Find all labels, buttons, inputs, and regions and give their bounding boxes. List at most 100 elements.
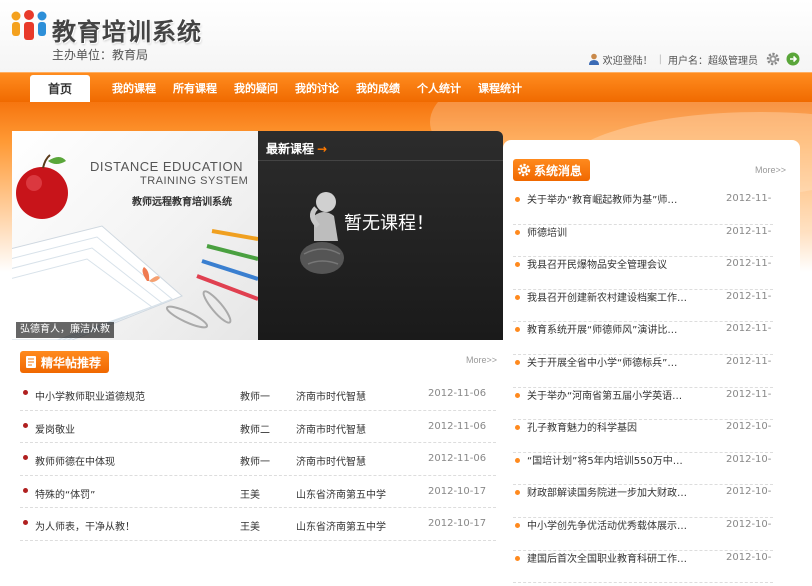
message-title-link[interactable]: 我县召开创建新农村建设档案工作…: [527, 291, 723, 317]
post-author: 王美: [240, 522, 260, 533]
arrow-right-icon: →: [317, 142, 328, 156]
message-title-link[interactable]: 财政部解读国务院进一步加大财政…: [527, 486, 723, 512]
message-title-link[interactable]: 孔子教育魅力的科学基因: [527, 421, 723, 447]
message-date: 2012-11-06: [726, 193, 772, 204]
message-date: 2012-10-17: [726, 551, 772, 563]
banner-heading-cn: 教师远程教育培训系统: [132, 197, 232, 208]
table-row: 教师师德在中体现 教师一 济南市时代智慧 2012-11-06: [20, 443, 496, 476]
featured-more-link[interactable]: More>>: [466, 355, 497, 365]
message-date: 2012-11-06: [726, 323, 772, 335]
message-title-link[interactable]: 建国后首次全国职业教育科研工作…: [527, 552, 723, 578]
system-messages-header: 系统消息: [513, 159, 591, 181]
post-title-link[interactable]: 特殊的“体罚”: [35, 486, 95, 501]
table-row: 中小学教师职业道德规范 教师一 济南市时代智慧 2012-11-06: [20, 378, 496, 411]
banner-heading-en-2: TRAINING SYSTEM: [140, 175, 249, 187]
latest-courses-title[interactable]: 最新课程 →: [266, 140, 327, 157]
username-label: 用户名：: [668, 55, 708, 67]
message-title-link[interactable]: 师德培训: [527, 226, 723, 252]
username: 超级管理员: [708, 55, 758, 67]
post-author: 教师一: [240, 392, 270, 403]
list-item: 教育系统开展“师德师风”演讲比… 2012-11-06: [513, 322, 773, 355]
list-item: 关于开展全省中小学“师德标兵”… 2012-11-06: [513, 355, 773, 388]
list-item: “国培计划”将5年内培训550万中… 2012-10-17: [513, 453, 773, 486]
system-messages-panel: 系统消息 More>> 关于举办“教育崛起教师为基”师… 2012-11-06 …: [503, 140, 800, 586]
bullet: [515, 294, 520, 300]
nav-item-personal-stats[interactable]: 个人统计: [417, 80, 461, 96]
nav-item-course-stats[interactable]: 课程统计: [478, 80, 522, 96]
list-item: 建国后首次全国职业教育科研工作… 2012-10-17: [513, 551, 773, 584]
banner-heading-en-1: DISTANCE EDUCATION: [90, 159, 243, 174]
bullet: [515, 555, 520, 561]
message-date: 2012-10-17: [726, 421, 772, 433]
nav-item-all-courses[interactable]: 所有课程: [173, 80, 217, 96]
message-date: 2012-11-06: [726, 290, 772, 302]
featured-post-list: 中小学教师职业道德规范 教师一 济南市时代智慧 2012-11-06 爱岗敬业 …: [20, 378, 496, 541]
post-school: 山东省济南第五中学: [296, 489, 386, 501]
gear-icon: [517, 163, 531, 177]
divider: [258, 160, 503, 161]
bullet: [515, 359, 520, 365]
message-date: 2012-10-17: [726, 518, 772, 530]
list-item: 中小学创先争优活动优秀载体展示… 2012-10-17: [513, 518, 773, 551]
featured-posts-header: 精华帖推荐: [20, 351, 110, 373]
user-icon: [588, 53, 599, 65]
message-date: 2012-10-17: [726, 486, 772, 498]
list-item: 财政部解读国务院进一步加大财政… 2012-10-17: [513, 485, 773, 518]
nav-item-my-grades[interactable]: 我的成绩: [356, 80, 400, 96]
bullet: [515, 229, 520, 235]
list-item: 关于举办“教育崛起教师为基”师… 2012-11-06: [513, 192, 773, 225]
post-date: 2012-10-17: [428, 485, 487, 497]
post-title-link[interactable]: 教师师德在中体现: [35, 453, 115, 468]
welcome-text: 欢迎登陆！: [602, 55, 653, 67]
post-title-link[interactable]: 为人师表，干净从教！: [35, 518, 135, 533]
post-date: 2012-11-06: [428, 420, 487, 432]
bullet: [23, 422, 28, 428]
bullet: [515, 197, 520, 202]
post-school: 山东省济南第五中学: [296, 522, 386, 533]
message-date: 2012-11-06: [726, 225, 772, 237]
message-date: 2012-11-06: [726, 258, 772, 270]
bullet: [515, 392, 520, 398]
list-item: 我县召开民爆物品安全管理会议 2012-11-06: [513, 257, 773, 290]
bullet: [23, 487, 28, 493]
nav-item-my-courses[interactable]: 我的课程: [112, 80, 156, 96]
message-title-link[interactable]: 教育系统开展“师德师风”演讲比…: [527, 323, 723, 349]
system-message-list: 关于举办“教育崛起教师为基”师… 2012-11-06 师德培训 2012-11…: [513, 192, 773, 584]
user-bar: 欢迎登陆！ | 用户名： 超级管理员: [588, 50, 800, 68]
nav-item-my-questions[interactable]: 我的疑问: [234, 80, 278, 96]
logout-icon[interactable]: [786, 52, 800, 66]
site-title: 教育培训系统: [52, 18, 202, 46]
gear-icon[interactable]: [766, 52, 780, 66]
bullet: [515, 490, 520, 496]
post-author: 教师一: [240, 457, 270, 468]
featured-posts-panel: 精华帖推荐 More>> 中小学教师职业道德规范 教师一 济南市时代智慧 201…: [12, 340, 503, 586]
list-item: 师德培训 2012-11-06: [513, 225, 773, 258]
bullet: [515, 457, 520, 463]
message-title-link[interactable]: “国培计划”将5年内培训550万中…: [527, 454, 723, 480]
post-title-link[interactable]: 中小学教师职业道德规范: [35, 388, 145, 403]
bullet: [515, 327, 520, 333]
system-messages-more-link[interactable]: More>>: [755, 165, 786, 175]
message-title-link[interactable]: 关于开展全省中小学“师德标兵”…: [527, 356, 723, 382]
list-item: 关于举办“河南省第五届小学英语… 2012-11-06: [513, 388, 773, 421]
nav-item-my-discussions[interactable]: 我的讨论: [295, 80, 339, 96]
separator: |: [658, 53, 662, 65]
bullet: [515, 262, 520, 268]
latest-courses-empty-text: 暂无课程！: [344, 213, 434, 234]
system-messages-title: 系统消息: [534, 163, 583, 178]
latest-courses-title-text: 最新课程: [266, 142, 315, 156]
message-title-link[interactable]: 关于举办“河南省第五届小学英语…: [527, 389, 723, 415]
list-item: 孔子教育魅力的科学基因 2012-10-17: [513, 420, 773, 453]
list-item: 我县召开创建新农村建设档案工作… 2012-11-06: [513, 290, 773, 323]
message-title-link[interactable]: 我县召开民爆物品安全管理会议: [527, 258, 723, 284]
post-title-link[interactable]: 爱岗敬业: [35, 421, 75, 436]
table-row: 为人师表，干净从教！ 王美 山东省济南第五中学 2012-10-17: [20, 508, 496, 541]
message-title-link[interactable]: 关于举办“教育崛起教师为基”师…: [527, 193, 723, 219]
message-date: 2012-10-17: [726, 453, 772, 465]
banner[interactable]: DISTANCE EDUCATION TRAINING SYSTEM 教师远程教…: [12, 131, 258, 340]
message-title-link[interactable]: 中小学创先争优活动优秀载体展示…: [527, 519, 723, 545]
document-icon: [26, 356, 36, 368]
bullet: [515, 522, 520, 528]
featured-posts-title: 精华帖推荐: [41, 355, 102, 370]
nav-home-tab[interactable]: 首页: [30, 75, 90, 103]
